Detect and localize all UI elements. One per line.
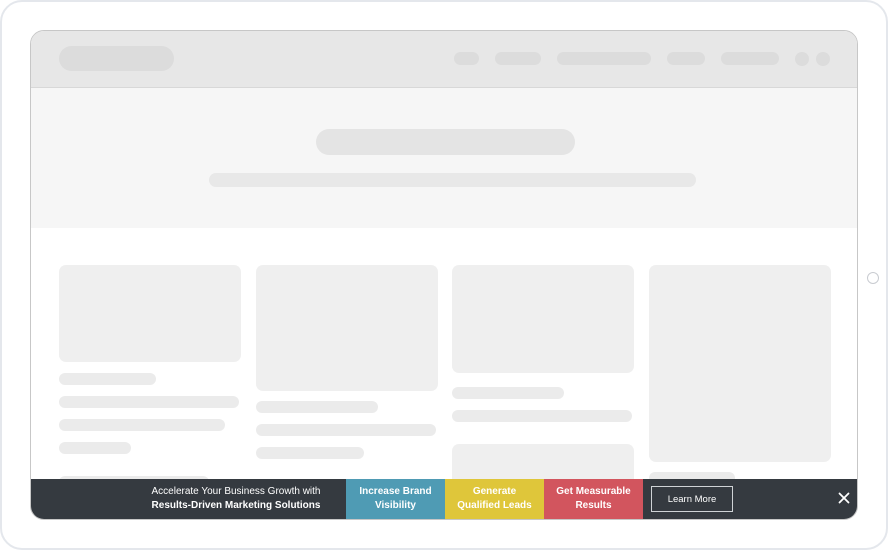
benefit-brand-visibility: Increase Brand Visibility bbox=[346, 479, 445, 519]
promo-message-line2: Results-Driven Marketing Solutions bbox=[151, 500, 321, 511]
device-screen: Accelerate Your Business Growth with Res… bbox=[30, 30, 858, 520]
placeholder-text-line bbox=[59, 442, 131, 454]
placeholder-text-line bbox=[256, 447, 364, 459]
placeholder-text-line bbox=[59, 419, 225, 431]
close-icon[interactable] bbox=[836, 490, 852, 506]
placeholder-hero-title bbox=[316, 129, 575, 155]
benefit-qualified-leads: Generate Qualified Leads bbox=[445, 479, 544, 519]
placeholder-header bbox=[31, 31, 857, 88]
placeholder-card-image bbox=[649, 265, 831, 462]
learn-more-button[interactable]: Learn More bbox=[651, 486, 733, 512]
tablet-home-button[interactable] bbox=[867, 272, 879, 284]
benefit-measurable-results: Get Measurable Results bbox=[544, 479, 643, 519]
placeholder-text-line bbox=[452, 387, 564, 399]
placeholder-hero-subtitle bbox=[209, 173, 696, 187]
promo-bar: Accelerate Your Business Growth with Res… bbox=[31, 479, 857, 519]
placeholder-nav-item bbox=[667, 52, 705, 65]
placeholder-nav-item bbox=[557, 52, 651, 65]
placeholder-nav-dot bbox=[795, 52, 809, 66]
placeholder-nav-item bbox=[721, 52, 779, 65]
placeholder-nav-dot bbox=[816, 52, 830, 66]
promo-message: Accelerate Your Business Growth with Res… bbox=[131, 485, 341, 513]
placeholder-hero bbox=[31, 88, 857, 228]
placeholder-text-line bbox=[256, 401, 378, 413]
placeholder-nav-item bbox=[454, 52, 479, 65]
placeholder-text-line bbox=[256, 424, 436, 436]
placeholder-card-image bbox=[256, 265, 438, 391]
placeholder-text-line bbox=[59, 396, 239, 408]
placeholder-logo bbox=[59, 46, 174, 71]
placeholder-text-line bbox=[452, 410, 632, 422]
promo-message-line1: Accelerate Your Business Growth with bbox=[151, 486, 321, 497]
placeholder-text-line bbox=[59, 373, 156, 385]
placeholder-card-image bbox=[59, 265, 241, 362]
placeholder-card-image bbox=[452, 265, 634, 373]
placeholder-nav-item bbox=[495, 52, 541, 65]
